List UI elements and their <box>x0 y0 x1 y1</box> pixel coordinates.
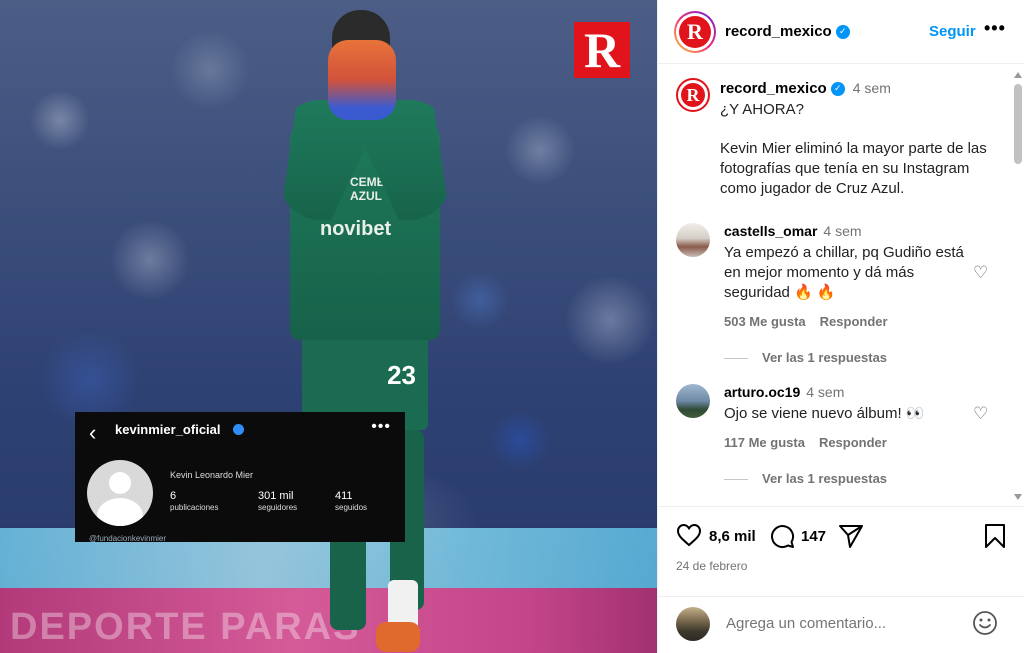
like-comment-icon[interactable]: ♡ <box>973 263 988 283</box>
likes-count[interactable]: 8,6 mil <box>709 528 756 545</box>
record-logo: R <box>574 22 630 78</box>
comment-time: 4 sem <box>806 384 845 400</box>
post-actions: 8,6 mil 147 24 de febrero <box>658 506 1024 596</box>
commenter-avatar[interactable] <box>676 384 710 418</box>
comment-text: Ya empezó a chillar, pq Gudiño está en m… <box>724 244 964 301</box>
comment-composer <box>658 596 1024 653</box>
verified-icon: ✓ <box>835 25 850 40</box>
scroll-down-arrow[interactable] <box>1014 494 1022 500</box>
shirt-number: 23 <box>387 360 416 390</box>
overlay-full-name: Kevin Leonardo Mier <box>170 470 254 480</box>
caption-body: Kevin Mier eliminó la mayor parte de las… <box>720 140 987 197</box>
share-icon[interactable] <box>838 523 864 549</box>
back-icon: ‹ <box>89 420 97 445</box>
comment-meta: 117 Me gusta Responder <box>724 435 887 450</box>
like-comment-icon[interactable]: ♡ <box>973 404 988 424</box>
follow-button[interactable]: Seguir <box>929 23 976 40</box>
comment-meta: 503 Me gusta Responder <box>724 314 888 329</box>
caption-time: 4 sem <box>852 80 891 96</box>
comments-count[interactable]: 147 <box>801 528 826 545</box>
commenter-username[interactable]: castells_omar 4 sem <box>724 223 862 239</box>
author-username[interactable]: record_mexico ✓ <box>725 23 850 40</box>
view-replies-button[interactable]: Ver las 1 respuestas <box>724 471 887 486</box>
comment-icon[interactable] <box>769 523 795 549</box>
overlay-stat-followers: 301 mil seguidores <box>258 490 298 512</box>
comments-scroll-area[interactable]: record_mexico✓4 sem ¿Y AHORA? Kevin Mier… <box>658 64 1024 506</box>
post-side-panel: record_mexico✓ Seguir ••• record_mexico✓… <box>657 0 1024 653</box>
post-header: record_mexico✓ Seguir ••• <box>658 0 1024 64</box>
more-options-button[interactable]: ••• <box>984 18 1006 39</box>
comment-likes[interactable]: 117 Me gusta <box>724 435 805 450</box>
comment-text: Ojo se viene nuevo álbum! 👀 <box>724 405 925 422</box>
bookmark-icon[interactable] <box>984 523 1006 549</box>
player-shoe <box>376 622 420 652</box>
overlay-username: kevinmier_oficial <box>115 422 221 437</box>
commenter-username[interactable]: arturo.oc19 4 sem <box>724 384 844 400</box>
scrollbar[interactable] <box>1013 72 1022 500</box>
verified-icon <box>233 424 244 435</box>
overlay-link: @fundacionkevinmier <box>89 534 167 543</box>
caption-avatar[interactable] <box>676 78 710 112</box>
commenter-avatar[interactable] <box>676 223 710 257</box>
scroll-up-arrow[interactable] <box>1014 72 1022 78</box>
current-user-avatar <box>676 607 710 641</box>
post-image[interactable]: DEPORTE PARAS 23 CEMEX CRUZ AZUL novibet… <box>0 0 657 653</box>
overlay-stat-following: 411 seguidos <box>335 490 368 512</box>
reply-button[interactable]: Responder <box>820 314 888 329</box>
comment-likes[interactable]: 503 Me gusta <box>724 314 806 329</box>
jersey-sponsor: novibet <box>320 218 392 240</box>
verified-icon: ✓ <box>830 82 845 97</box>
view-replies-button[interactable]: Ver las 1 respuestas <box>724 350 887 365</box>
comment-time: 4 sem <box>823 223 862 239</box>
reply-button[interactable]: Responder <box>819 435 887 450</box>
heart-icon[interactable] <box>676 523 702 547</box>
comment-input[interactable] <box>726 615 966 632</box>
emoji-icon[interactable] <box>972 610 998 636</box>
overlay-profile-picture <box>87 460 153 526</box>
caption-username[interactable]: record_mexico ✓ 4 sem <box>720 80 891 97</box>
overlay-stat-posts: 6 publicaciones <box>170 490 219 512</box>
scrollbar-thumb[interactable] <box>1014 84 1022 164</box>
caption-title: ¿Y AHORA? <box>720 101 804 118</box>
player-gloves <box>328 40 396 120</box>
author-avatar[interactable] <box>674 11 716 53</box>
more-icon: ••• <box>371 418 391 435</box>
goalkeeper-figure: 23 CEMEX CRUZ AZUL novibet <box>280 10 450 653</box>
instagram-profile-screenshot: ‹ kevinmier_oficial ••• Kevin Leonardo M… <box>75 412 405 543</box>
post-date: 24 de febrero <box>676 559 748 573</box>
